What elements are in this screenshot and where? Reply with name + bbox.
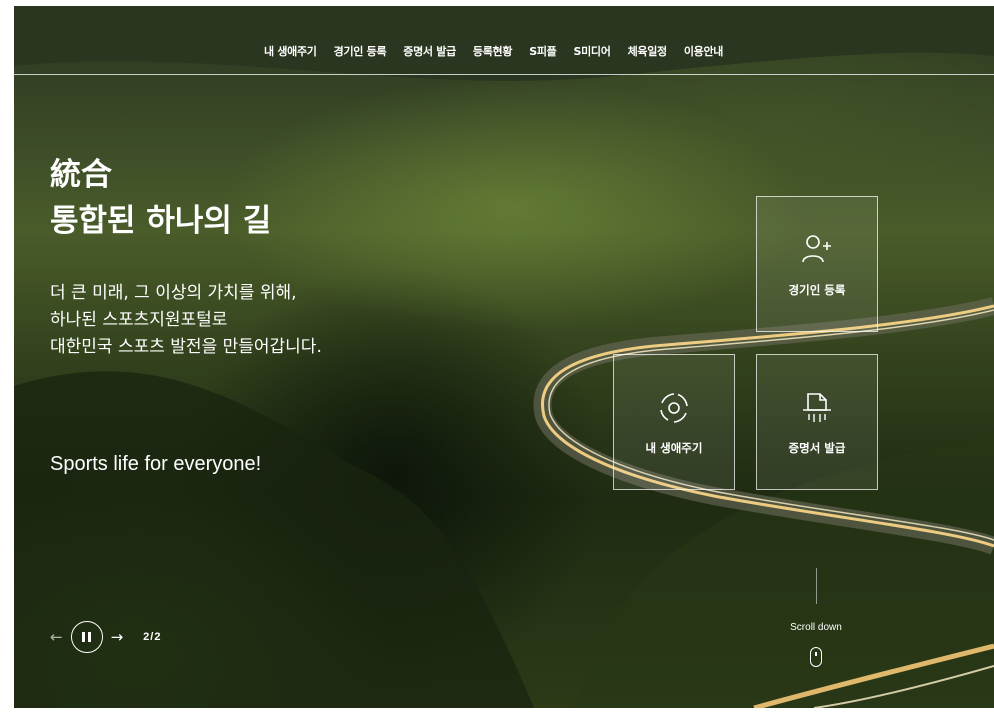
scroll-line	[815, 568, 817, 604]
nav-item-s-people[interactable]: S피플	[529, 43, 557, 59]
quick-card-label: 경기인 등록	[788, 283, 846, 297]
quick-card-label: 내 생애주기	[645, 441, 703, 455]
hero-title-hanja: 統合	[50, 157, 112, 193]
pause-icon	[82, 632, 86, 642]
quick-card-label: 증명서 발급	[788, 441, 846, 455]
nav-item-s-media[interactable]: S미디어	[573, 43, 610, 59]
hero-description: 더 큰 미래, 그 이상의 가치를 위해, 하나된 스포츠지원포털로 대한민국 …	[50, 280, 322, 361]
pause-button[interactable]	[70, 621, 103, 653]
hero-desc-line3: 대한민국 스포츠 발전을 만들어갑니다.	[50, 337, 322, 357]
hero-slide: 내 생애주기 경기인 등록 증명서 발급 등록현황 S피플 S미디어 체육일정 …	[14, 6, 994, 708]
lifecycle-icon	[660, 393, 688, 423]
nav-item-sports-schedule[interactable]: 체육일정	[628, 43, 668, 59]
prev-arrow-icon[interactable]: ←	[50, 628, 63, 646]
nav-item-certificate[interactable]: 증명서 발급	[403, 43, 456, 59]
nav-item-lifecycle[interactable]: 내 생애주기	[264, 43, 317, 59]
hero-desc-line2: 하나된 스포츠지원포털로	[50, 310, 228, 330]
hero-tagline: Sports life for everyone!	[50, 453, 262, 475]
scroll-down-label: Scroll down	[790, 622, 842, 633]
quick-card-lifecycle[interactable]: 내 생애주기	[613, 354, 735, 490]
nav-item-athlete-registration[interactable]: 경기인 등록	[334, 43, 387, 59]
quick-card-athlete-registration[interactable]: 경기인 등록	[756, 196, 878, 332]
nav-divider	[14, 74, 994, 75]
mouse-icon[interactable]	[810, 647, 822, 667]
top-navigation: 내 생애주기 경기인 등록 증명서 발급 등록현황 S피플 S미디어 체육일정 …	[264, 43, 740, 59]
next-arrow-icon[interactable]: →	[111, 628, 124, 646]
nav-item-registration-status[interactable]: 등록현황	[473, 43, 513, 59]
hero-title-korean: 통합된 하나의 길	[50, 203, 272, 239]
quick-card-certificate[interactable]: 증명서 발급	[756, 354, 878, 490]
nav-item-guide[interactable]: 이용안내	[684, 43, 724, 59]
user-plus-icon	[802, 235, 831, 263]
slider-controls: ← → 2/2	[50, 621, 161, 653]
scroll-down-indicator: Scroll down	[776, 568, 856, 667]
slide-page-indicator: 2/2	[143, 631, 162, 643]
certificate-print-icon	[803, 393, 831, 422]
hero-title: 統合 통합된 하나의 길	[50, 152, 271, 244]
hero-desc-line1: 더 큰 미래, 그 이상의 가치를 위해,	[50, 283, 297, 303]
